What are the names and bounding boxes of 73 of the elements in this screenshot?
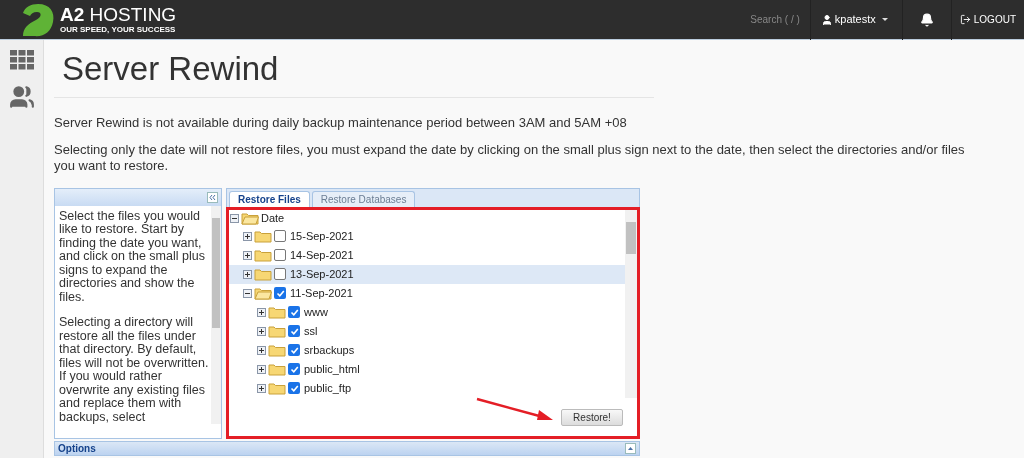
logo-tagline: OUR SPEED, YOUR SUCCESS [60,26,177,34]
user-menu[interactable]: kpatestx [834,11,876,28]
tree-label: ssl [304,323,318,339]
checkbox[interactable] [288,306,300,318]
checkbox[interactable] [288,382,300,394]
tree-row[interactable]: 14-Sep-2021 [229,245,625,265]
tree-row[interactable]: public_html [229,359,625,379]
folder-icon [268,305,286,319]
collapse-icon[interactable] [243,288,252,298]
scrollbar[interactable] [625,209,637,398]
collapse-panel-icon[interactable] [207,191,218,203]
help-text: Selecting a directory will restore all the files under that directory. By default, files will not be overwritten. If you would rather overwrite any existing files and replace them with backups, select [59,316,209,424]
checkbox[interactable] [288,363,300,375]
checkbox[interactable] [288,344,300,356]
help-text: Select the files you would like to restore. Start by finding the date you want, and click on the small plus signs to expand the directories and show the files. [59,209,206,304]
open-folder-icon [254,286,272,300]
tree-label: 14-Sep-2021 [290,247,354,263]
tree-label: Date [261,210,285,226]
tree-label: public_html [304,361,360,377]
expand-icon[interactable] [257,345,266,355]
logo-title: A2 HOSTING [60,5,177,24]
tree-row[interactable]: 15-Sep-2021 [229,226,625,246]
tree-label: www [304,304,328,320]
scrollbar[interactable] [211,205,221,424]
logout-icon [959,14,971,25]
expand-icon[interactable] [243,250,252,260]
tree-row[interactable]: public_ftp [229,378,625,398]
user-icon [820,13,833,26]
tree-row[interactable]: Date [229,209,625,227]
collapse-panel-icon[interactable] [625,442,636,454]
checkbox[interactable] [274,249,286,261]
collapse-icon[interactable] [230,213,239,223]
checkbox[interactable] [274,230,286,242]
folder-icon [268,381,286,395]
tree-row[interactable]: 13-Sep-2021 [229,264,625,284]
folder-icon [254,229,272,243]
notice-text: Selecting only the date will not restore files, you must expand the date by clicking on the small plus sign next to the date, then select the directories and/or files you want to restore. [54,141,966,174]
page-title: Server Rewind [54,40,654,98]
notice-text: Server Rewind is not available during daily backup maintenance period between 3AM and 5AM +08 [54,114,628,132]
folder-icon [268,324,286,338]
tree-label: public_ftp [304,380,352,396]
expand-icon[interactable] [257,326,266,336]
expand-icon[interactable] [257,383,266,393]
users-icon[interactable] [8,84,35,110]
logo-icon [20,1,56,38]
checkbox[interactable] [288,325,300,337]
expand-icon[interactable] [257,307,266,317]
open-folder-icon [241,211,259,225]
expand-icon[interactable] [243,231,252,241]
checkbox[interactable] [274,287,286,299]
tree-row[interactable]: srbackups [229,340,625,360]
expand-icon[interactable] [257,364,266,374]
logout-button[interactable]: LOGOUT [950,0,1024,40]
tree-label: 13-Sep-2021 [290,266,354,282]
folder-icon [254,267,272,281]
tree-row[interactable]: www [229,302,625,322]
bell-icon[interactable] [919,12,934,27]
folder-icon [254,248,272,262]
restore-button[interactable]: Restore! [561,408,623,426]
expand-icon[interactable] [243,269,252,279]
tree-row[interactable]: ssl [229,321,625,341]
grid-icon[interactable] [9,50,34,70]
folder-icon [268,343,286,357]
folder-icon [268,362,286,376]
tree-row[interactable]: 11-Sep-2021 [229,283,625,303]
options-title: Options [58,441,96,456]
checkbox[interactable] [274,268,286,280]
tree-label: 15-Sep-2021 [290,228,354,244]
tab[interactable]: Restore Databases [311,190,416,207]
search-field[interactable]: Search ( / ) [592,0,810,40]
tab[interactable]: Restore Files [229,190,310,207]
tree-label: srbackups [304,342,355,358]
tree-label: 11-Sep-2021 [290,285,353,301]
